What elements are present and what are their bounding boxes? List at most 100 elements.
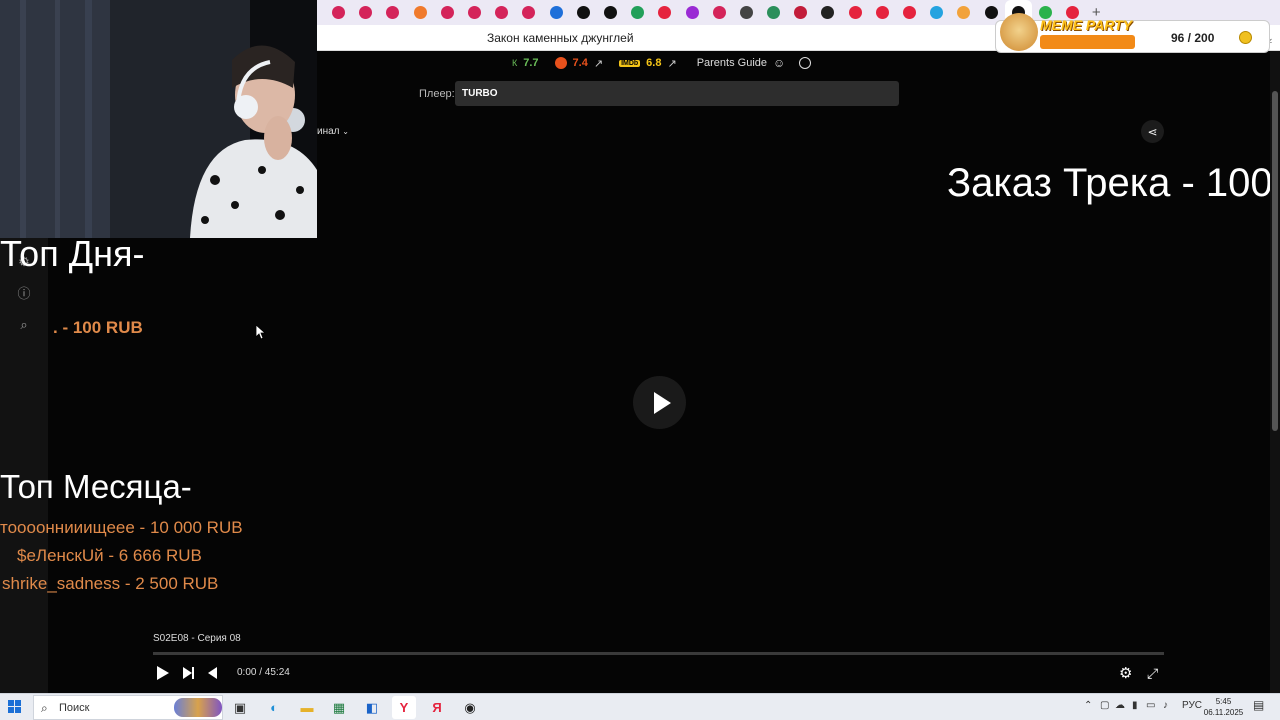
network-icon[interactable]: ▭ xyxy=(1146,700,1155,711)
tab-favicon-icon xyxy=(631,6,645,19)
clock[interactable]: 5:45 06.11.2025 xyxy=(1201,696,1246,718)
taskbar-search[interactable]: ⌕ Поиск xyxy=(33,695,223,720)
kinopoisk-icon: К xyxy=(512,58,518,68)
clock-time: 5:45 xyxy=(1215,697,1232,706)
tab-favicon-icon xyxy=(957,6,971,19)
tab-favicon-icon xyxy=(332,6,346,19)
task-view-button[interactable]: ▣ xyxy=(228,696,252,719)
browser-tab[interactable] xyxy=(814,0,841,25)
info-icon[interactable]: ⓘ xyxy=(14,282,34,302)
search-highlight-icon xyxy=(174,698,222,717)
browser-tab[interactable] xyxy=(733,0,760,25)
imdb-badge: IMDb xyxy=(619,59,641,67)
play-button[interactable] xyxy=(157,664,169,682)
tab-favicon-icon xyxy=(413,6,427,19)
browser-tab[interactable] xyxy=(570,0,597,25)
doge-icon xyxy=(1000,13,1038,51)
tab-favicon-icon xyxy=(549,6,563,19)
obs-icon[interactable]: ◉ xyxy=(458,696,482,719)
scrollbar-thumb[interactable] xyxy=(1272,91,1278,431)
audio-dropdown-label: инал xyxy=(317,126,340,137)
start-button[interactable] xyxy=(8,700,24,716)
browser-tab[interactable] xyxy=(488,0,515,25)
tab-favicon-icon xyxy=(930,6,944,19)
edge-icon[interactable]: ◐ xyxy=(262,696,286,719)
tab-favicon-icon xyxy=(658,6,672,19)
language-indicator[interactable]: РУС xyxy=(1182,700,1202,711)
kinopoisk-rating: 7.7 xyxy=(523,57,539,69)
tab-favicon-icon xyxy=(848,6,862,19)
top-month-entry: $еЛенскUй - 6 666 RUB xyxy=(17,546,202,565)
volume-button[interactable] xyxy=(208,664,217,682)
browser-tab[interactable] xyxy=(787,0,814,25)
rt-rating: 7.4 xyxy=(572,57,588,69)
browser-tab[interactable] xyxy=(678,0,705,25)
screen: + Закон каменных джунглей ⤓ MEME PARTY 9… xyxy=(0,0,1280,720)
clock-icon[interactable] xyxy=(799,57,812,69)
chevron-down-icon: ⌄ xyxy=(342,127,349,136)
yandex-browser-icon[interactable]: Y xyxy=(392,696,416,719)
browser-tab[interactable] xyxy=(515,0,542,25)
tray-expand-icon[interactable]: ⌃ xyxy=(1084,700,1092,711)
top-month-entry: shrike_sadness - 2 500 RUB xyxy=(2,574,219,593)
browser-tab[interactable] xyxy=(651,0,678,25)
page-title: Закон каменных джунглей xyxy=(487,31,634,45)
notifications-icon[interactable]: ▤ xyxy=(1253,698,1264,712)
tab-favicon-icon xyxy=(712,6,726,19)
gear-icon: ⚙ xyxy=(1119,665,1133,682)
browser-tab[interactable] xyxy=(461,0,488,25)
file-explorer-icon[interactable]: ▬ xyxy=(295,696,319,719)
browser-tab[interactable] xyxy=(869,0,896,25)
parents-guide-link[interactable]: Parents Guide xyxy=(697,57,767,69)
fullscreen-button[interactable]: ⤢ xyxy=(1147,664,1158,682)
player-select[interactable]: TURBO xyxy=(455,81,899,106)
browser-tab[interactable] xyxy=(597,0,624,25)
browser-tab[interactable] xyxy=(706,0,733,25)
top-month-title: Топ Месяца- xyxy=(0,468,192,505)
browser-tab[interactable] xyxy=(624,0,651,25)
webcam-overlay xyxy=(0,0,317,238)
microphone-icon[interactable]: ▮ xyxy=(1132,700,1138,711)
tab-favicon-icon xyxy=(386,6,400,19)
tab-favicon-icon xyxy=(767,6,781,19)
order-track-overlay: Заказ Трека - 100 xyxy=(947,161,1273,205)
browser-tab[interactable] xyxy=(407,0,434,25)
store-icon[interactable]: ▦ xyxy=(327,696,351,719)
webcam-feed-image xyxy=(0,0,317,238)
browser-tab[interactable] xyxy=(434,0,461,25)
smiley-icon[interactable]: ☺ xyxy=(773,56,785,70)
tab-favicon-icon xyxy=(522,6,536,19)
top-month-entry: тооооннииищеее - 10 000 RUB xyxy=(0,518,243,537)
big-play-button[interactable] xyxy=(633,376,686,429)
outlook-icon[interactable]: ◧ xyxy=(360,696,384,719)
browser-tab[interactable] xyxy=(923,0,950,25)
browser-tab[interactable] xyxy=(325,0,352,25)
play-icon xyxy=(653,391,671,414)
play-icon xyxy=(157,666,169,680)
browser-tab[interactable] xyxy=(352,0,379,25)
search-icon[interactable]: ⌕ xyxy=(14,315,34,335)
browser-tab[interactable] xyxy=(896,0,923,25)
browser-tab[interactable] xyxy=(842,0,869,25)
taskbar-search-placeholder: Поиск xyxy=(59,701,90,714)
cloud-icon[interactable]: ☁ xyxy=(1115,700,1125,711)
browser-tab[interactable] xyxy=(379,0,406,25)
player-label: Плеер: xyxy=(419,88,455,100)
external-link-icon[interactable]: ↗ xyxy=(594,57,603,70)
speaker-icon[interactable]: ♪ xyxy=(1163,700,1168,711)
page-scrollbar[interactable] xyxy=(1270,51,1280,693)
external-link-icon[interactable]: ↗ xyxy=(667,57,676,70)
browser-tab[interactable] xyxy=(543,0,570,25)
tray-app-icon[interactable]: ▢ xyxy=(1100,700,1109,711)
meme-party-count: 96 / 200 xyxy=(1171,31,1215,45)
progress-bar[interactable] xyxy=(153,652,1164,655)
browser-tab[interactable] xyxy=(760,0,787,25)
settings-button[interactable]: ⚙ xyxy=(1119,664,1132,682)
windows-logo-icon xyxy=(8,700,21,713)
share-button[interactable]: ⋖ xyxy=(1141,120,1164,143)
yandex-icon[interactable]: Я xyxy=(425,696,449,719)
audio-dropdown[interactable]: инал ⌄ xyxy=(317,126,349,137)
next-episode-button[interactable] xyxy=(183,664,194,682)
fullscreen-icon: ⤢ xyxy=(1147,664,1159,681)
browser-tab[interactable] xyxy=(950,0,977,25)
